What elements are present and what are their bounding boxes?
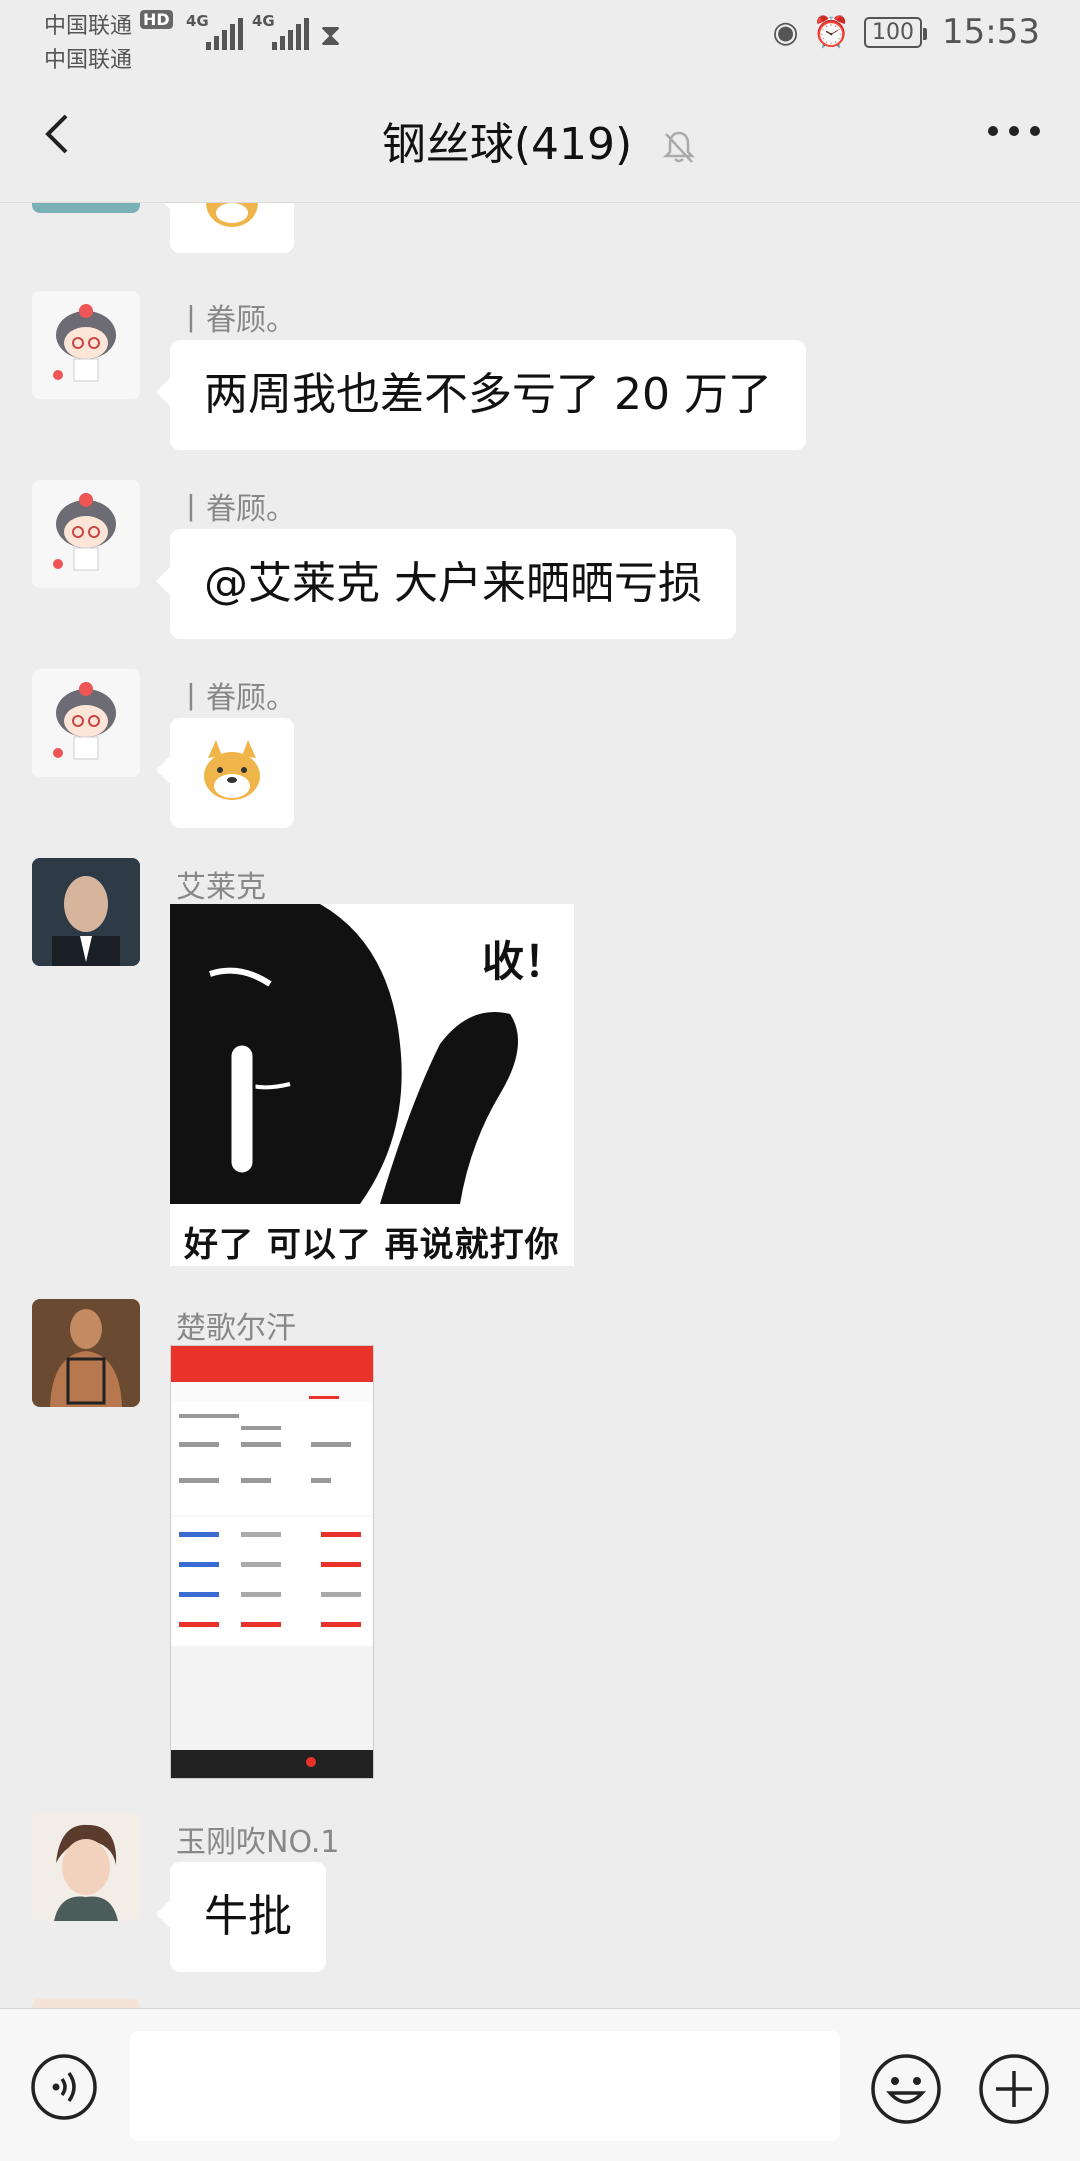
hd-badge: HD xyxy=(140,10,173,29)
voice-icon[interactable] xyxy=(30,2053,98,2121)
chat-title: 钢丝球(419) xyxy=(381,119,633,170)
avatar[interactable] xyxy=(32,669,140,777)
sender-name: 丨眷顾。 xyxy=(176,681,296,716)
battery-icon: 100 xyxy=(864,16,928,48)
input-bar xyxy=(0,2008,1080,2161)
message-bubble[interactable]: 两周我也差不多亏了 20 万了 xyxy=(156,340,806,450)
sender-name: 玉刚吹NO.1 xyxy=(176,1825,340,1860)
avatar[interactable] xyxy=(32,1999,140,2008)
sender-name: 丨眷顾。 xyxy=(176,303,296,338)
hourglass-icon: ⧗ xyxy=(320,18,342,53)
avatar[interactable] xyxy=(32,480,140,588)
signal-icon: 4G xyxy=(186,12,243,50)
avatar[interactable] xyxy=(32,1299,140,1407)
meme-caption-top: 收！ xyxy=(482,937,567,986)
message-input[interactable] xyxy=(130,2031,840,2141)
muted-bell-icon xyxy=(663,131,696,163)
clock: 15:53 xyxy=(942,12,1040,52)
message-bubble[interactable]: @艾莱克 大户来晒晒亏损 xyxy=(156,529,736,639)
plus-icon[interactable] xyxy=(978,2053,1050,2125)
signal-icon-2: 4G xyxy=(252,12,309,50)
trading-screenshot-image[interactable] xyxy=(170,1345,374,1779)
emoji-icon[interactable] xyxy=(870,2053,942,2125)
avatar[interactable] xyxy=(32,1813,140,1921)
trading-app-screenshot-icon xyxy=(171,1346,373,1778)
meme-caption-bottom: 好了 可以了 再说就打你 xyxy=(184,1225,560,1265)
more-icon[interactable] xyxy=(988,126,1040,136)
avatar[interactable] xyxy=(32,203,140,213)
cartoon-avatar-icon xyxy=(32,291,140,399)
eye-icon: ◉ xyxy=(772,14,799,50)
meme-image[interactable]: 收！ 好了 可以了 再说就打你 xyxy=(170,904,574,1266)
avatar[interactable] xyxy=(32,858,140,966)
illustrated-avatar-icon xyxy=(32,1813,140,1921)
doge-sticker-icon xyxy=(204,740,260,800)
status-bar: 中国联通 中国联通 HD 4G 4G ⧗ ◉ ⏰ 100 15:53 xyxy=(0,0,1080,73)
photo-avatar-icon xyxy=(32,1299,140,1407)
cartoon-avatar-icon xyxy=(32,480,140,588)
sticker-message[interactable] xyxy=(156,203,294,253)
photo-avatar-icon xyxy=(32,858,140,966)
doge-sticker-icon xyxy=(206,203,258,227)
carrier-1: 中国联通 xyxy=(44,14,133,39)
alarm-icon: ⏰ xyxy=(812,14,851,50)
sticker-message[interactable] xyxy=(156,718,294,828)
chat-area[interactable]: 丨眷顾。 两周我也差不多亏了 20 万了 丨眷顾。 @艾莱克 大户来晒晒亏损 丨 xyxy=(0,203,1080,2008)
cartoon-avatar-icon xyxy=(32,669,140,777)
sender-name: 楚歌尔汗 xyxy=(176,1311,296,1346)
nav-bar: 钢丝球(419) xyxy=(0,70,1080,203)
sender-name: 艾莱克 xyxy=(176,870,266,905)
sender-name: 丨眷顾。 xyxy=(176,492,296,527)
message-bubble[interactable]: 牛批 xyxy=(156,1862,326,1972)
avatar[interactable] xyxy=(32,291,140,399)
